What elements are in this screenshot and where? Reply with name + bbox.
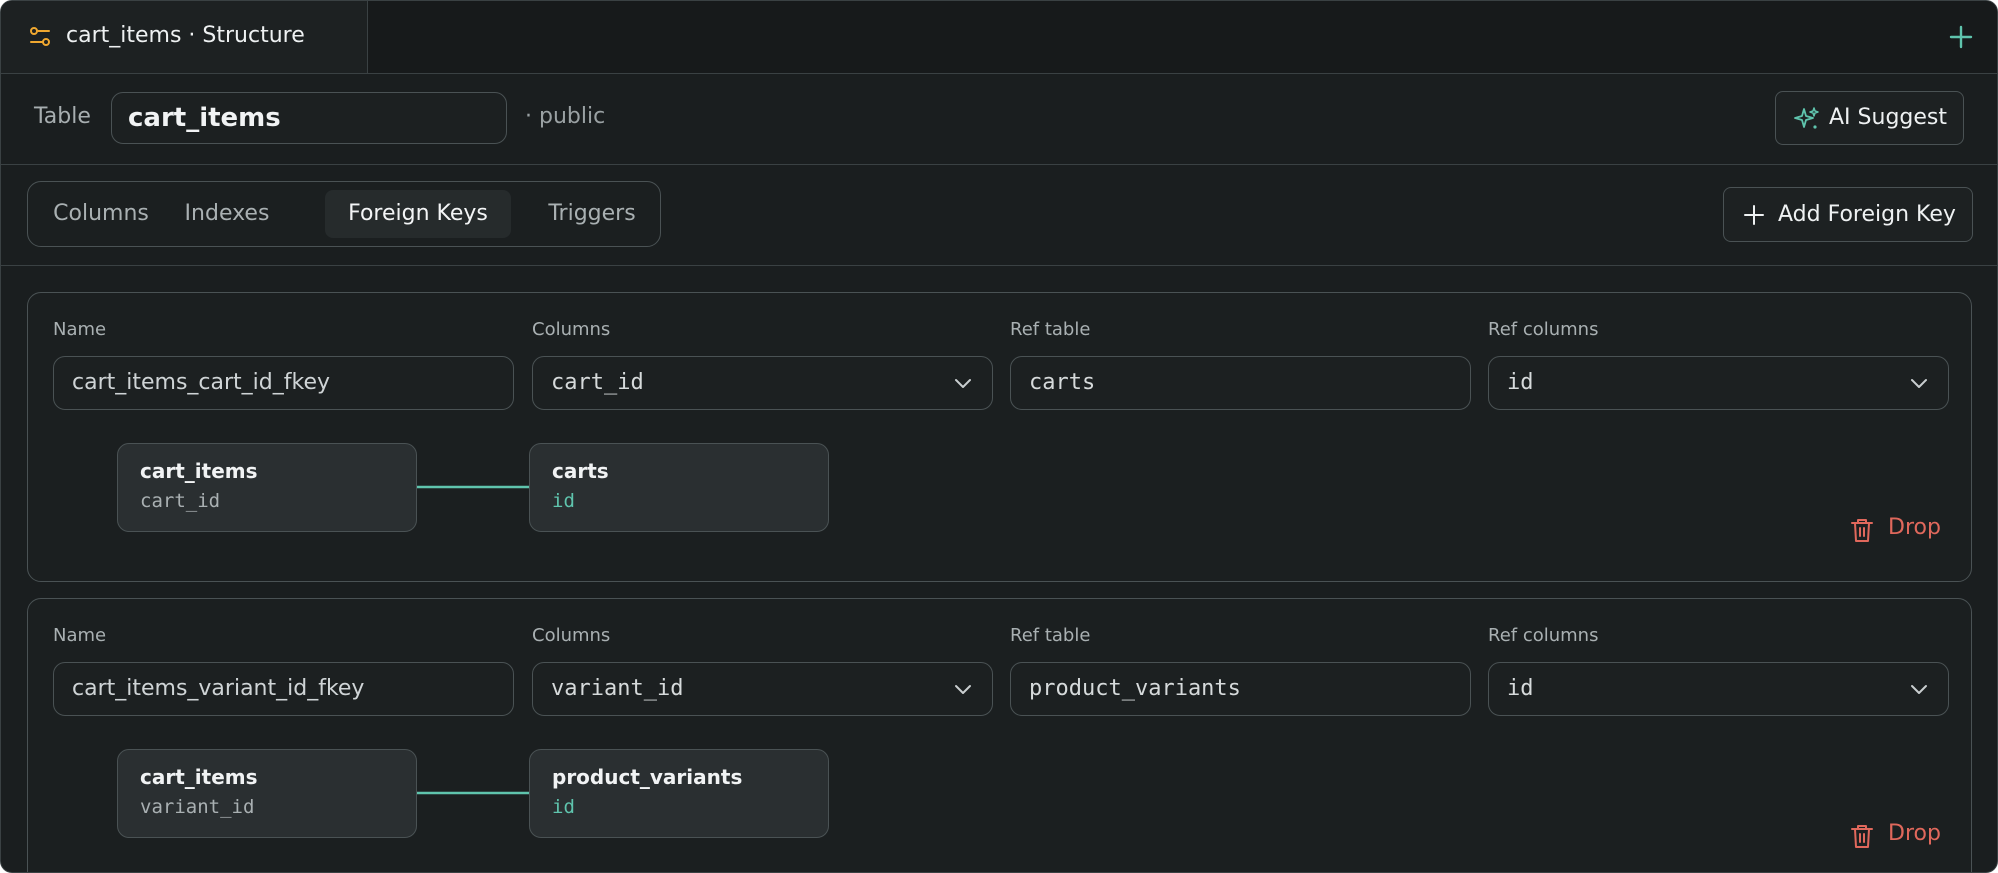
source-table-name: cart_items <box>140 459 258 483</box>
columns-select-value: cart_id <box>551 370 644 395</box>
tab-columns[interactable]: Columns <box>38 190 164 238</box>
target-column-name: id <box>552 490 575 512</box>
columns-select-value: variant_id <box>551 676 684 701</box>
target-table-node: carts id <box>529 443 829 532</box>
add-foreign-key-button[interactable]: Add Foreign Key <box>1723 187 1973 242</box>
foreign-key-card: Name Columns Ref table Ref columns cart_… <box>27 598 1972 872</box>
tab-foreign-keys[interactable]: Foreign Keys <box>325 190 511 238</box>
fk-name-input[interactable]: cart_items_cart_id_fkey <box>53 356 514 410</box>
target-column-name: id <box>552 796 575 818</box>
schema-label: · public <box>525 104 606 129</box>
target-table-name: product_variants <box>552 765 743 789</box>
ref-columns-select-value: id <box>1507 370 1534 395</box>
fk-name-input[interactable]: cart_items_variant_id_fkey <box>53 662 514 716</box>
structure-tabs: Columns Indexes Foreign Keys Triggers <box>27 181 661 247</box>
chevron-down-icon <box>955 379 971 388</box>
source-table-name: cart_items <box>140 765 258 789</box>
target-table-node: product_variants id <box>529 749 829 838</box>
table-structure-icon <box>30 27 50 46</box>
ref-table-input[interactable]: carts <box>1010 356 1471 410</box>
ref-table-label: Ref table <box>1010 319 1091 340</box>
table-name-row: Table cart_items · public AI Suggest <box>1 74 1997 165</box>
columns-label: Columns <box>532 625 611 646</box>
columns-select[interactable]: variant_id <box>532 662 993 716</box>
structure-window: cart_items · Structure Table cart_items … <box>0 0 1998 873</box>
ref-columns-label: Ref columns <box>1488 625 1599 646</box>
trash-icon <box>1851 519 1873 542</box>
ai-suggest-label: AI Suggest <box>1829 105 1947 130</box>
columns-select[interactable]: cart_id <box>532 356 993 410</box>
name-label: Name <box>53 319 107 340</box>
source-table-node: cart_items variant_id <box>117 749 417 838</box>
name-label: Name <box>53 625 107 646</box>
ref-columns-label: Ref columns <box>1488 319 1599 340</box>
plus-icon <box>1744 205 1764 225</box>
trash-icon <box>1851 825 1873 848</box>
ref-columns-select[interactable]: id <box>1488 356 1949 410</box>
tab-bar: cart_items · Structure <box>1 1 1997 74</box>
source-column-name: cart_id <box>140 490 221 512</box>
ref-columns-select[interactable]: id <box>1488 662 1949 716</box>
ref-table-label: Ref table <box>1010 625 1091 646</box>
tab-triggers[interactable]: Triggers <box>530 190 654 238</box>
target-table-name: carts <box>552 459 609 483</box>
chevron-down-icon <box>1911 379 1927 388</box>
source-table-node: cart_items cart_id <box>117 443 417 532</box>
chevron-down-icon <box>1911 685 1927 694</box>
tab-title: cart_items · Structure <box>66 23 305 48</box>
drop-label: Drop <box>1888 821 1941 846</box>
drop-button[interactable]: Drop <box>1850 515 1960 547</box>
source-column-name: variant_id <box>140 796 255 818</box>
ref-table-input[interactable]: product_variants <box>1010 662 1471 716</box>
subtabs-row: Columns Indexes Foreign Keys Triggers Ad… <box>1 165 1997 266</box>
sparkle-icon <box>1794 107 1819 129</box>
chevron-down-icon <box>955 685 971 694</box>
tab-indexes[interactable]: Indexes <box>166 190 288 238</box>
drop-button[interactable]: Drop <box>1850 821 1960 853</box>
ref-columns-select-value: id <box>1507 676 1534 701</box>
columns-label: Columns <box>532 319 611 340</box>
table-label: Table <box>34 104 91 129</box>
foreign-key-card: Name Columns Ref table Ref columns cart_… <box>27 292 1972 582</box>
drop-label: Drop <box>1888 515 1941 540</box>
new-tab-plus-icon[interactable] <box>1947 23 1975 51</box>
table-name-input[interactable]: cart_items <box>111 92 507 144</box>
add-foreign-key-label: Add Foreign Key <box>1778 202 1956 227</box>
document-tab[interactable]: cart_items · Structure <box>1 1 368 73</box>
ai-suggest-button[interactable]: AI Suggest <box>1775 91 1964 145</box>
